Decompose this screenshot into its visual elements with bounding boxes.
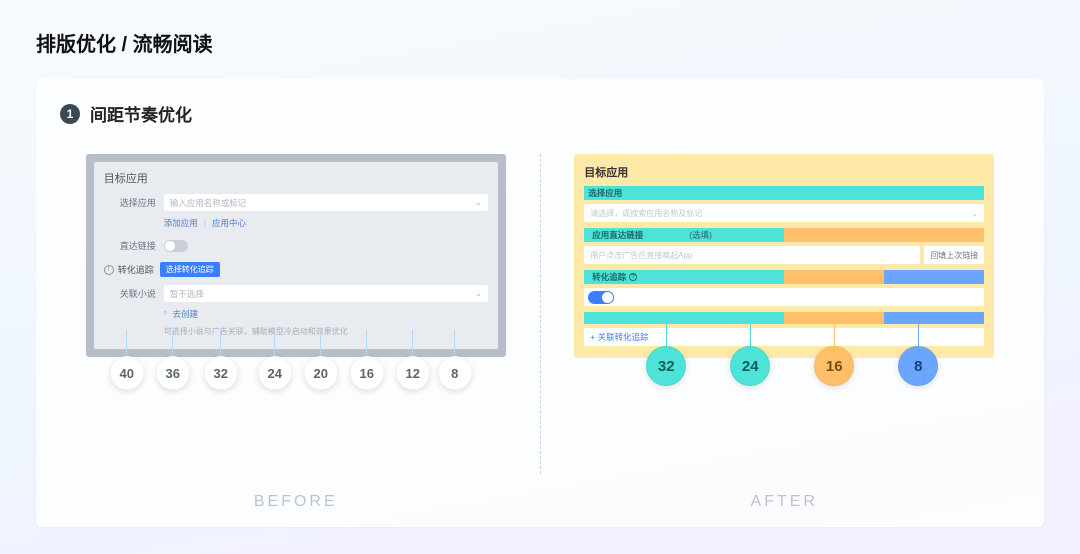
before-card-title: 目标应用 (104, 170, 488, 186)
spacing-value: 36 (156, 356, 190, 390)
spacing-value: 40 (110, 356, 144, 390)
section-number-badge: 1 (60, 104, 80, 124)
app-center-link[interactable]: 应用中心 (212, 217, 246, 229)
spacing-value: 16 (350, 356, 384, 390)
select-app-label: 选择应用 (104, 196, 156, 209)
assoc-novel-label: 关联小说 (104, 287, 156, 300)
assoc-novel-value: 暂不选择 (170, 288, 204, 300)
direct-link-input[interactable]: 用户点击广告后直接唤起App (584, 246, 920, 264)
chevron-down-icon: ⌄ (972, 209, 979, 218)
select-app-input[interactable]: 输入应用名称或标记 ⌄ (164, 194, 488, 211)
select-app-placeholder: 请选择，或搜索应用名称及标记 (590, 208, 702, 219)
column-divider (540, 154, 541, 474)
select-app-placeholder: 输入应用名称或标记 (170, 197, 247, 209)
select-track-button[interactable]: 选择转化追踪 (160, 262, 220, 277)
direct-link-band: 应用直达链接(选填) (584, 228, 984, 242)
spacing-value: 20 (304, 356, 338, 390)
info-icon: ? (629, 273, 637, 281)
section-title: 间距节奏优化 (90, 101, 192, 126)
add-app-link[interactable]: 添加应用 (164, 217, 198, 229)
before-panel: 目标应用 选择应用 输入应用名称或标记 ⌄ 添加应用 | 应用中心 (86, 154, 506, 357)
divider-icon: | (204, 217, 206, 229)
direct-link-label: 应用直达链接 (588, 229, 683, 241)
before-label: BEFORE (60, 493, 532, 511)
spacing-value: 8 (438, 356, 472, 390)
after-card-title: 目标应用 (584, 164, 984, 180)
page-title: 排版优化 / 流畅阅读 (36, 28, 1044, 57)
after-panel: 目标应用 选择应用 请选择，或搜索应用名称及标记 ⌄ 应用直达链接(选填) (574, 154, 994, 358)
main-card: 1 间距节奏优化 目标应用 选择应用 输入应用名称或标记 ⌄ (36, 79, 1044, 527)
assoc-novel-input[interactable]: 暂不选择 ⌄ (164, 285, 488, 302)
chevron-down-icon: ⌄ (475, 289, 482, 298)
direct-link-toggle[interactable] (164, 240, 188, 252)
chevron-down-icon: ⌄ (475, 198, 482, 207)
create-link[interactable]: 去创建 (173, 308, 199, 320)
info-icon: ! (104, 265, 114, 275)
spacing-value: 24 (258, 356, 292, 390)
track-label: 转化追踪 (592, 271, 626, 283)
track-toggle[interactable] (588, 291, 614, 304)
optional-hint: (选填) (685, 229, 780, 241)
revert-link-button[interactable]: 回填上次链接 (924, 246, 984, 264)
spacing-band (584, 312, 984, 324)
spacing-value: 32 (204, 356, 238, 390)
before-column: 目标应用 选择应用 输入应用名称或标记 ⌄ 添加应用 | 应用中心 (60, 154, 532, 509)
assoc-novel-note: 可选择小说与广告关联，辅助模型冷启动和效果优化 (164, 324, 488, 339)
direct-link-placeholder: 用户点击广告后直接唤起App (590, 250, 692, 261)
after-column: 目标应用 选择应用 请选择，或搜索应用名称及标记 ⌄ 应用直达链接(选填) (549, 154, 1021, 509)
track-band: 转化追踪 ? (584, 270, 984, 284)
doc-icon: ▫ (164, 308, 167, 320)
after-label: AFTER (549, 493, 1021, 511)
spacing-value: 12 (396, 356, 430, 390)
direct-link-label: 直达链接 (104, 239, 156, 252)
select-app-band: 选择应用 (584, 186, 984, 200)
add-track-link[interactable]: + 关联转化追踪 (584, 328, 984, 346)
select-app-input[interactable]: 请选择，或搜索应用名称及标记 ⌄ (584, 204, 984, 222)
select-app-label: 选择应用 (588, 187, 622, 199)
section-header: 1 间距节奏优化 (60, 101, 1020, 126)
track-label: 转化追踪 (118, 263, 154, 276)
